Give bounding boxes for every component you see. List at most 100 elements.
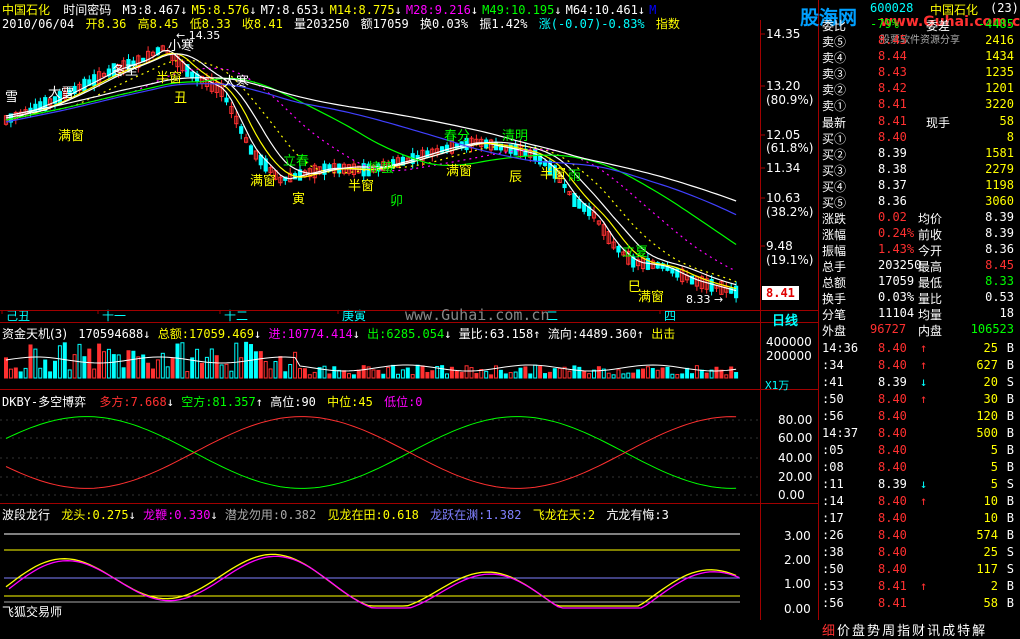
- stat-row[interactable]: 分笔 11104 均量 18: [822, 306, 1018, 322]
- tick-row[interactable]: :41 8.39 ↓ 20 S: [822, 375, 1018, 391]
- buy-row[interactable]: 买⑤ 8.36 3060: [822, 194, 1018, 210]
- tick-row[interactable]: :50 8.40 ↑ 30 B: [822, 392, 1018, 408]
- volume-bar: [670, 373, 675, 379]
- buy-label: 买②: [822, 148, 847, 162]
- dkby-bull-line: [5, 416, 737, 489]
- tick-row[interactable]: :08 8.40 5 B: [822, 460, 1018, 476]
- volume-bar: [87, 348, 92, 379]
- right-divider: [818, 0, 819, 620]
- tab-2[interactable]: 盘: [852, 624, 865, 639]
- volume-bar: [136, 356, 141, 379]
- stat-value: 0.03%: [878, 290, 915, 304]
- tick-row[interactable]: :05 8.40 5 B: [822, 443, 1018, 459]
- tab-6[interactable]: 财: [912, 624, 925, 639]
- tick-time: 14:36: [822, 341, 859, 355]
- volume-bar: [518, 367, 523, 379]
- sell-vol: 2416: [985, 33, 1014, 47]
- tick-arrow: ↓: [920, 375, 928, 389]
- volume-bar: [190, 357, 195, 379]
- tick-row[interactable]: 14:37 8.40 500 B: [822, 426, 1018, 442]
- tick-row[interactable]: :26 8.40 574 B: [822, 528, 1018, 544]
- dkby-axis-label: 0.00: [778, 488, 805, 502]
- stat-row[interactable]: 涨幅 0.24% 前收 8.39: [822, 226, 1018, 242]
- tab-4[interactable]: 周: [882, 624, 895, 639]
- inout-row[interactable]: 外盘 96727 内盘 106523: [822, 322, 1018, 338]
- volume-bar: [464, 365, 469, 379]
- tick-row[interactable]: :38 8.40 25 S: [822, 545, 1018, 561]
- volume-bar: [587, 373, 592, 379]
- dkby-title[interactable]: DKBY-多空博弈: [2, 395, 86, 409]
- tick-time: :38: [822, 545, 844, 559]
- stat-row[interactable]: 总手 203250 最高 8.45: [822, 258, 1018, 274]
- tab-1[interactable]: 价: [837, 624, 850, 639]
- sell-row[interactable]: 卖④ 8.44 1434: [822, 49, 1018, 65]
- stat-value: 0.24%: [878, 226, 915, 240]
- sell-row[interactable]: 卖③ 8.43 1235: [822, 65, 1018, 81]
- wave-title[interactable]: 波段龙行: [2, 508, 50, 522]
- solar-term-label: 冬至: [112, 63, 138, 79]
- buy-row[interactable]: 买① 8.40 8: [822, 130, 1018, 146]
- tick-row[interactable]: :17 8.40 10 B: [822, 511, 1018, 527]
- dkby-bear: 多方:7.668: [99, 395, 167, 409]
- buy-label: 买①: [822, 132, 847, 146]
- buy-row[interactable]: 买② 8.39 1581: [822, 146, 1018, 162]
- weibi-row[interactable]: 委比 -79% 委差 -4485: [822, 17, 1018, 33]
- ma64-line: [5, 83, 737, 216]
- tab-5[interactable]: 指: [897, 624, 910, 639]
- volume-bar: [714, 366, 719, 379]
- solar-term-label: 寅: [292, 191, 305, 207]
- volume-bar: [209, 348, 214, 379]
- stat-row[interactable]: 换手 0.03% 量比 0.53: [822, 290, 1018, 306]
- stat-row[interactable]: 涨跌 0.02 均价 8.39: [822, 210, 1018, 226]
- capital-title[interactable]: 资金天机(3): [2, 327, 67, 341]
- tick-row[interactable]: :11 8.39 ↓ 5 S: [822, 477, 1018, 493]
- tab-0[interactable]: 细: [822, 624, 835, 639]
- tick-row[interactable]: :56 8.41 58 B: [822, 596, 1018, 612]
- latest-row[interactable]: 最新 8.41 现手 58: [822, 114, 1018, 130]
- tick-arrow: ↓: [920, 477, 928, 491]
- tab-7[interactable]: 讯: [927, 624, 940, 639]
- tab-8[interactable]: 成: [942, 624, 955, 639]
- volume-bar: [273, 360, 278, 379]
- buy-row[interactable]: 买③ 8.38 2279: [822, 162, 1018, 178]
- buy-row[interactable]: 买④ 8.37 1198: [822, 178, 1018, 194]
- volume-bar: [724, 374, 729, 379]
- volume-bar: [371, 369, 376, 379]
- tick-row[interactable]: :14 8.40 ↑ 10 B: [822, 494, 1018, 510]
- sell-row[interactable]: 卖⑤ 8.45 2416: [822, 33, 1018, 49]
- stat-row[interactable]: 总额 17059 最低 8.33: [822, 274, 1018, 290]
- tick-row[interactable]: 14:36 8.40 ↑ 25 B: [822, 341, 1018, 357]
- solar-term-label: 辰: [509, 170, 522, 185]
- volume-bar: [298, 368, 302, 379]
- period-label[interactable]: 日线: [772, 310, 798, 329]
- sell-price: 8.45: [878, 33, 907, 47]
- sell-row[interactable]: 卖② 8.42 1201: [822, 81, 1018, 97]
- volume-bar: [62, 342, 67, 379]
- tick-row[interactable]: :34 8.40 ↑ 627 B: [822, 358, 1018, 374]
- index-label[interactable]: 指数: [656, 17, 680, 31]
- separator: [0, 503, 818, 504]
- dkby-header: DKBY-多空博弈 多方:7.668↓ 空方:81.357↑ 高位:90 中位:…: [2, 395, 423, 409]
- stat-row[interactable]: 振幅 1.43% 今开 8.36: [822, 242, 1018, 258]
- tab-10[interactable]: 解: [972, 624, 985, 639]
- tab-9[interactable]: 特: [957, 624, 970, 639]
- sell-row[interactable]: 卖① 8.41 3220: [822, 97, 1018, 113]
- tick-side: B: [1006, 426, 1014, 440]
- tick-row[interactable]: :56 8.40 120 B: [822, 409, 1018, 425]
- volume-bar: [204, 356, 209, 379]
- candle: [248, 145, 254, 155]
- solar-term-label: 满窗: [58, 128, 84, 144]
- volume-bar: [660, 367, 665, 379]
- volume-bar: [92, 368, 97, 379]
- tick-price: 8.40: [878, 511, 907, 525]
- volume-bar: [33, 348, 38, 379]
- tick-row[interactable]: :53 8.41 ↑ 2 B: [822, 579, 1018, 595]
- tab-3[interactable]: 势: [867, 624, 880, 639]
- solar-term-label: 大雪: [48, 86, 74, 101]
- stat-value: 0.53: [985, 290, 1014, 304]
- volume-bar: [322, 365, 327, 379]
- tick-side: S: [1006, 375, 1014, 389]
- sell-price: 8.42: [878, 81, 907, 95]
- buy-price: 8.39: [878, 146, 907, 160]
- tick-row[interactable]: :50 8.40 117 S: [822, 562, 1018, 578]
